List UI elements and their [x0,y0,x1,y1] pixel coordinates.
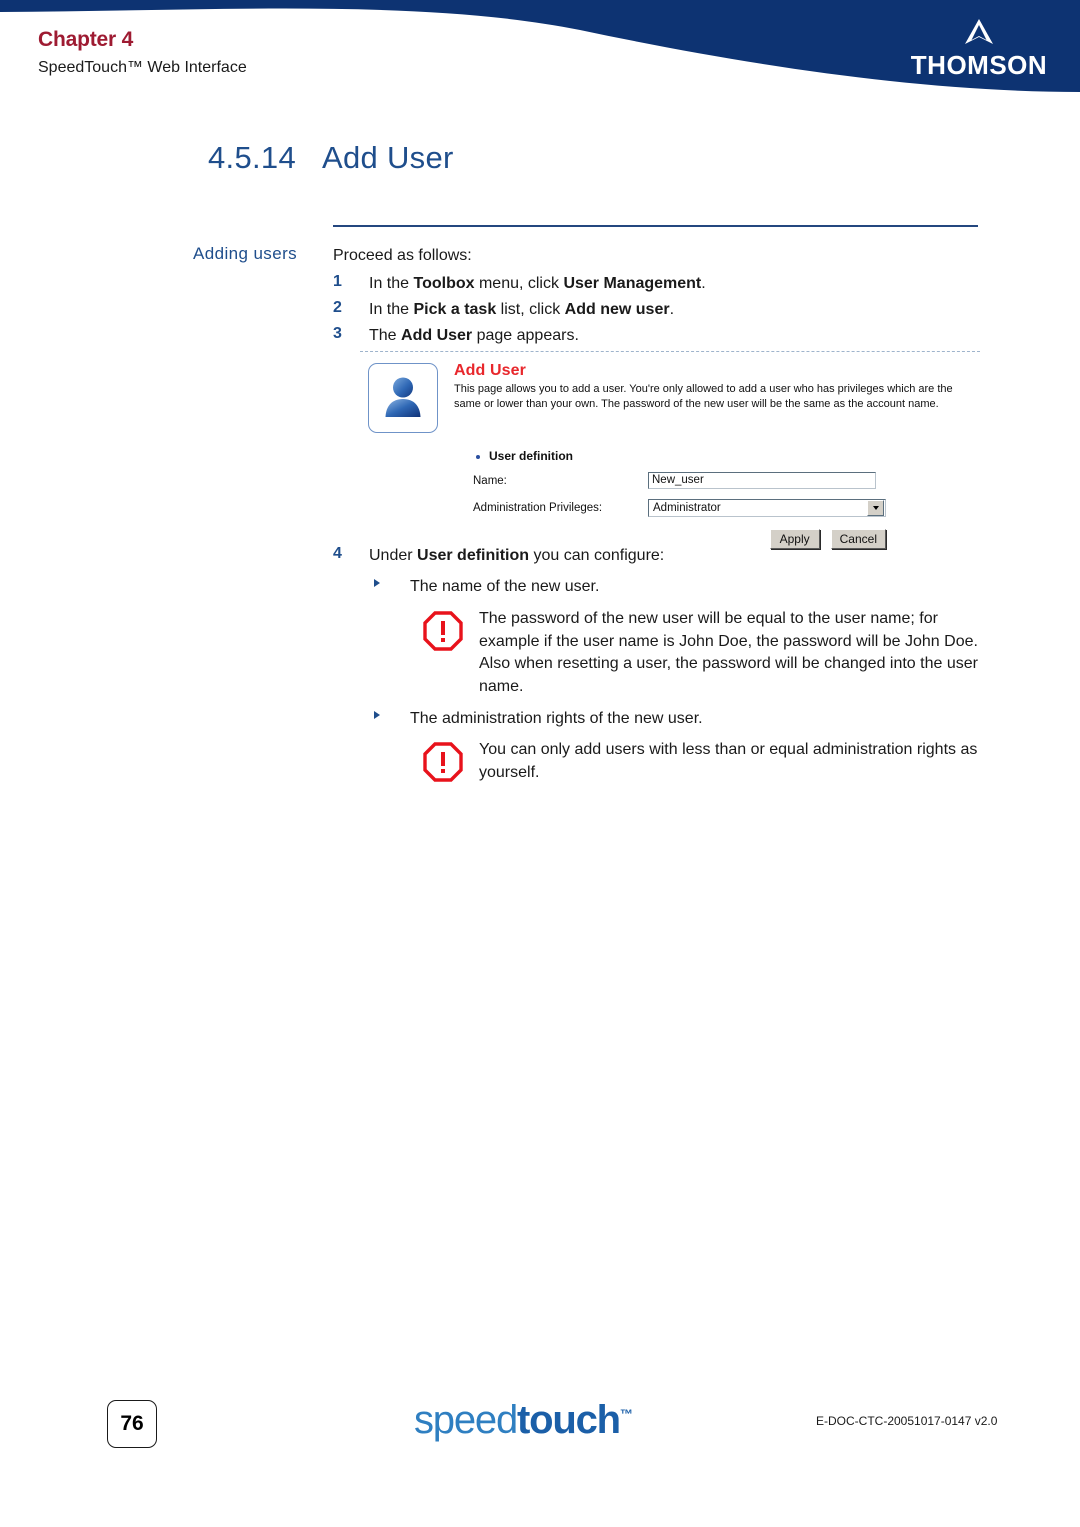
step-row: 2 In the Pick a task list, click Add new … [333,299,978,321]
chapter-subtitle: SpeedTouch™ Web Interface [38,59,247,77]
warning-icon-cell [407,739,479,782]
embedded-app-screenshot: Add User This page allows you to add a u… [360,351,980,549]
trademark-symbol: ™ [619,1406,633,1422]
triangle-bullet-icon [374,576,410,588]
privileges-select-value: Administrator [653,502,721,514]
bullet-list: The name of the new user. The password of… [333,576,983,784]
user-definition-heading-text: User definition [489,449,574,463]
chapter-label: Chapter 4 [38,28,134,51]
numbered-steps-list: 1 In the Toolbox menu, click User Managem… [333,273,978,348]
embedded-page-description: This page allows you to add a user. You'… [454,383,953,410]
bullet-item: The name of the new user. [333,576,983,598]
name-field-label: Name: [473,474,507,487]
warning-octagon-icon [423,742,463,782]
thomson-diamond-icon [965,19,993,44]
embedded-page-title: Add User [454,362,526,379]
speedtouch-logo-part2: touch [517,1398,621,1442]
step-text: Under User definition you can configure: [369,547,665,564]
warning-text: You can only add users with less than or… [479,741,978,781]
page-footer: 76 speedtouch™ E-DOC-CTC-20051017-0147 v… [0,1392,1080,1462]
user-definition-heading: User definition [473,449,980,463]
step-text: The Add User page appears. [369,327,579,345]
warning-note: You can only add users with less than or… [407,739,983,784]
horizontal-rule [333,225,978,227]
thomson-logo: THOMSON [904,18,1054,78]
privileges-select[interactable]: Administrator [648,499,886,517]
page-number: 76 [107,1400,157,1448]
lead-text: Proceed as follows: [333,247,472,264]
warning-icon-cell [407,608,479,651]
triangle-bullet-icon [374,708,410,719]
warning-octagon-icon [423,611,463,651]
section-title-text: Add User [322,140,454,175]
bullet-item: The administration rights of the new use… [333,708,983,730]
step-number: 3 [333,325,342,343]
name-input[interactable] [648,472,876,489]
step-row: 3 The Add User page appears. [333,325,978,347]
user-avatar-icon [368,363,438,433]
privileges-field-label: Administration Privileges: [473,502,603,514]
warning-text: The password of the new user will be equ… [479,609,978,695]
thomson-wordmark: THOMSON [910,50,1048,80]
step-text: In the Toolbox menu, click User Manageme… [369,274,706,292]
page-title: 4.5.14 Add User [208,140,454,176]
person-silhouette-icon [385,377,421,417]
warning-note: The password of the new user will be equ… [407,608,983,699]
header-text-block: Chapter 4 SpeedTouch™ Web Interface [38,28,247,77]
step-number: 4 [333,545,342,562]
privileges-field-row: Administration Privileges: Administrator [473,499,980,517]
bullet-text: The name of the new user. [410,578,600,596]
speedtouch-logo: speedtouch™ [414,1400,633,1440]
document-code: E-DOC-CTC-20051017-0147 v2.0 [816,1414,998,1428]
step-row: 4 Under User definition you can configur… [333,545,983,567]
step4-section: 4 Under User definition you can configur… [333,545,983,784]
step-number: 1 [333,272,342,290]
content-column: Proceed as follows: 1 In the Toolbox menu… [333,225,978,352]
user-definition-section: User definition Name: Administration Pri… [473,449,980,549]
name-field-row: Name: [473,472,980,489]
bullet-text: The administration rights of the new use… [410,709,703,727]
step-row: 1 In the Toolbox menu, click User Managem… [333,273,978,295]
page-header: Chapter 4 SpeedTouch™ Web Interface THOM… [0,0,1080,105]
section-number: 4.5.14 [208,140,296,175]
chevron-down-icon[interactable] [867,500,884,516]
speedtouch-logo-part1: speed [414,1398,518,1442]
step-number: 2 [333,298,342,316]
marginal-heading: Adding users [193,244,298,263]
bullet-dot-icon [476,455,480,459]
step-text: In the Pick a task list, click Add new u… [369,300,675,318]
